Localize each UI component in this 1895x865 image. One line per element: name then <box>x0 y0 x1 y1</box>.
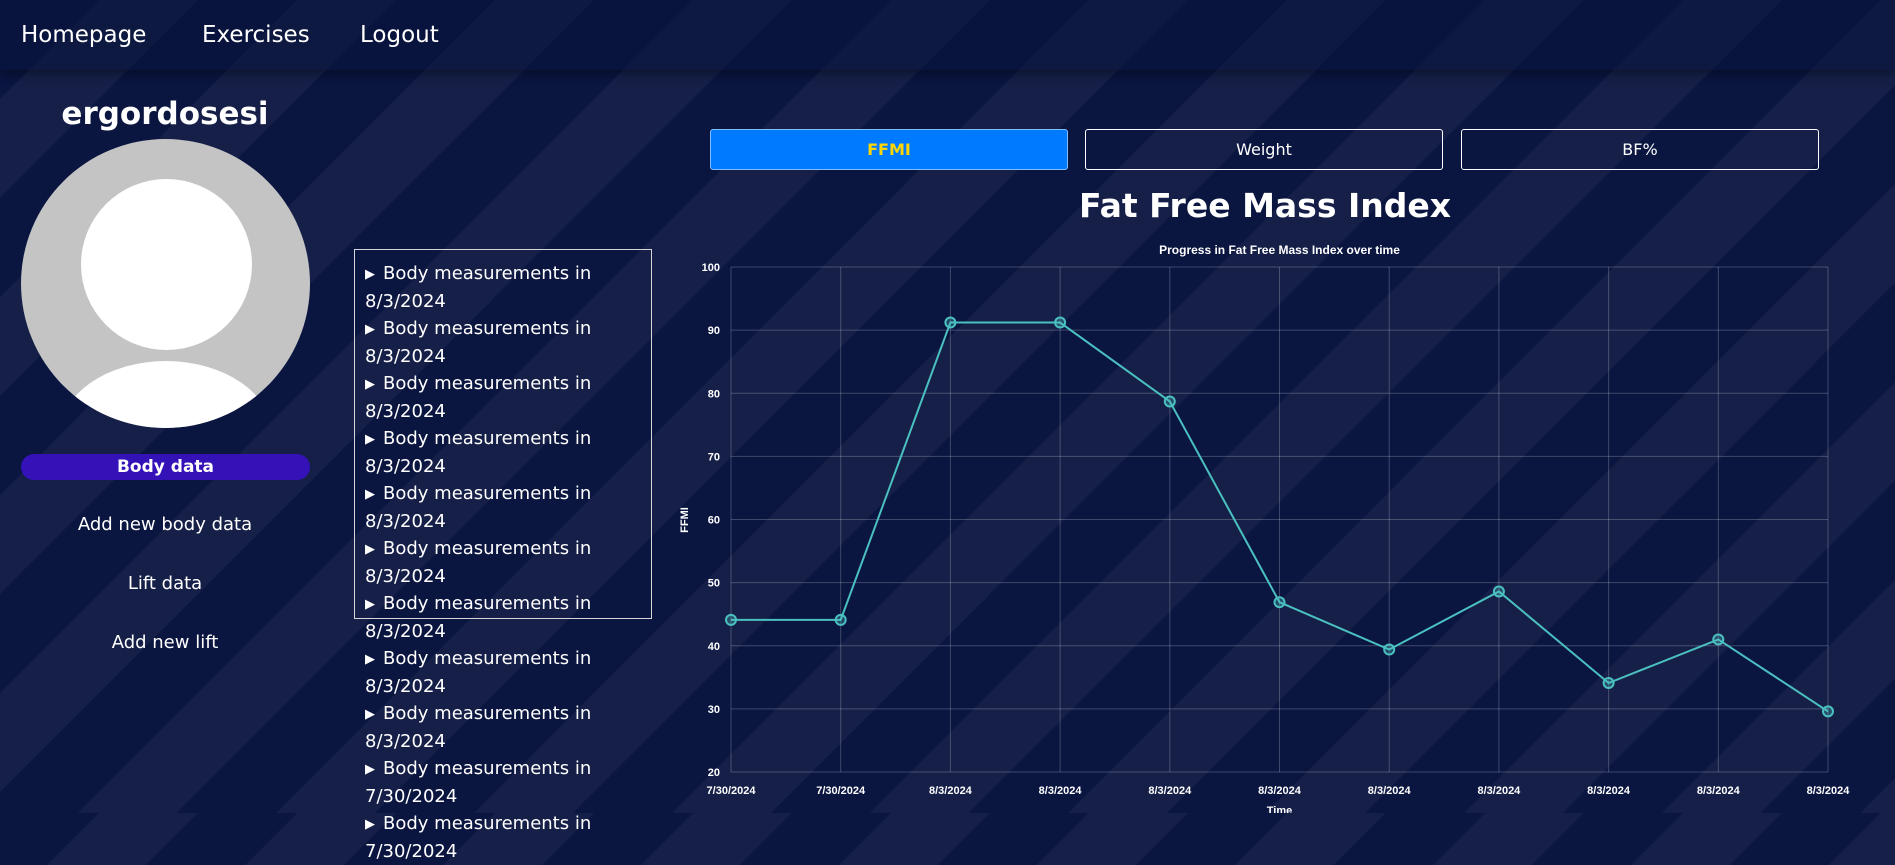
data-point <box>1712 633 1725 646</box>
x-tick-label: 8/3/2024 <box>1368 785 1412 797</box>
y-axis-label: FFMI <box>679 507 691 533</box>
x-tick-label: 8/3/2024 <box>1148 785 1192 797</box>
ffmi-line-chart: Progress in Fat Free Mass Index over tim… <box>679 243 1851 813</box>
data-point <box>725 613 737 626</box>
data-point <box>944 316 957 329</box>
data-point <box>834 613 847 626</box>
data-point <box>1273 596 1286 609</box>
data-point <box>1822 705 1834 718</box>
x-tick-label: 8/3/2024 <box>929 785 973 797</box>
data-point <box>1602 676 1615 689</box>
y-tick-label: 50 <box>708 578 720 590</box>
x-tick-label: 8/3/2024 <box>1807 785 1851 797</box>
x-tick-label: 8/3/2024 <box>1039 785 1083 797</box>
x-tick-label: 7/30/2024 <box>707 785 757 797</box>
y-tick-label: 40 <box>708 641 720 653</box>
x-tick-label: 7/30/2024 <box>816 785 866 797</box>
caret-right-icon: ▶ <box>365 817 375 832</box>
x-axis-label: Time <box>1267 805 1292 813</box>
chart-title: Progress in Fat Free Mass Index over tim… <box>1159 243 1400 257</box>
x-tick-label: 8/3/2024 <box>1587 785 1631 797</box>
y-tick-label: 100 <box>702 262 720 274</box>
y-tick-label: 70 <box>708 451 720 463</box>
y-tick-label: 80 <box>708 388 720 400</box>
x-tick-label: 8/3/2024 <box>1697 785 1741 797</box>
data-point <box>1054 316 1067 329</box>
list-item[interactable]: ▶ Body measurements in 7/30/2024 <box>365 810 641 865</box>
measurement-label: Body measurements in 7/30/2024 <box>365 813 592 862</box>
data-point <box>1163 395 1176 408</box>
x-tick-label: 8/3/2024 <box>1258 785 1302 797</box>
y-tick-label: 90 <box>708 325 720 337</box>
data-point <box>1383 643 1396 656</box>
y-tick-label: 30 <box>708 704 720 716</box>
data-point <box>1492 585 1505 598</box>
y-tick-label: 20 <box>708 767 720 779</box>
x-tick-label: 8/3/2024 <box>1477 785 1521 797</box>
y-tick-label: 60 <box>708 515 720 527</box>
